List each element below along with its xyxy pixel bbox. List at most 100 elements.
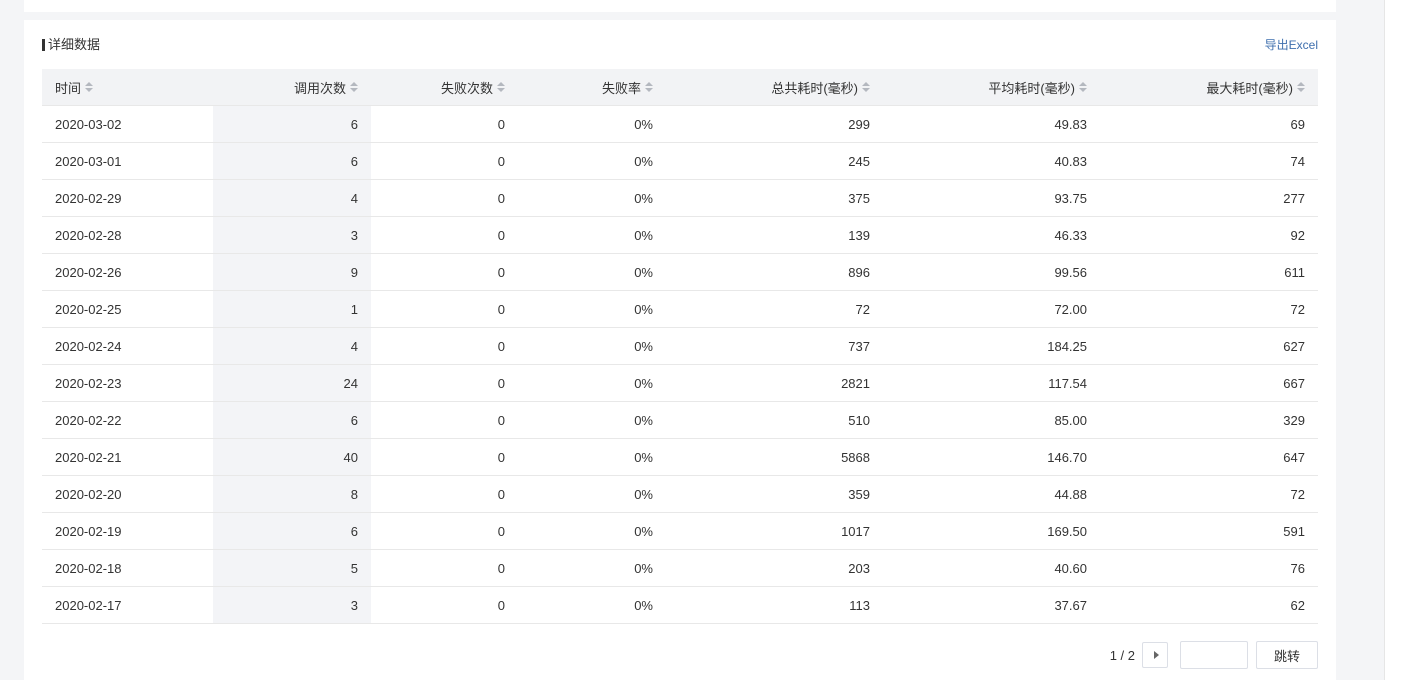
column-header-total-time[interactable]: 总共耗时(毫秒) <box>666 69 883 106</box>
cell-fail-count: 0 <box>371 549 518 587</box>
table-row: 2020-02-22 6 0 0% 510 85.00 329 <box>42 401 1318 439</box>
column-header-label: 最大耗时(毫秒) <box>1206 80 1293 96</box>
cell-total-time: 737 <box>666 327 883 365</box>
table-row: 2020-02-21 40 0 0% 5868 146.70 647 <box>42 438 1318 476</box>
column-header-label: 平均耗时(毫秒) <box>988 80 1075 96</box>
cell-total-time: 510 <box>666 401 883 439</box>
column-header-fail-count[interactable]: 失败次数 <box>371 69 518 106</box>
column-header-avg-time[interactable]: 平均耗时(毫秒) <box>883 69 1100 106</box>
column-header-inner: 最大耗时(毫秒) <box>1206 78 1305 97</box>
cell-call-count: 6 <box>213 142 371 180</box>
cell-max-time: 72 <box>1100 475 1318 513</box>
cell-total-time: 1017 <box>666 512 883 550</box>
cell-max-time: 591 <box>1100 512 1318 550</box>
table-row: 2020-02-18 5 0 0% 203 40.60 76 <box>42 549 1318 587</box>
cell-fail-rate: 0% <box>518 327 666 365</box>
cell-fail-rate: 0% <box>518 364 666 402</box>
cell-total-time: 359 <box>666 475 883 513</box>
cell-fail-count: 0 <box>371 216 518 254</box>
cell-avg-time: 46.33 <box>883 216 1100 254</box>
cell-total-time: 113 <box>666 586 883 624</box>
cell-avg-time: 93.75 <box>883 179 1100 217</box>
detail-data-panel: 详细数据 导出Excel 时间 调用次数 失败次数 失败率 总共耗时(毫秒) 平均耗时(毫… <box>24 20 1336 680</box>
cell-avg-time: 37.67 <box>883 586 1100 624</box>
cell-avg-time: 72.00 <box>883 290 1100 328</box>
jump-button[interactable]: 跳转 <box>1256 641 1318 669</box>
cell-max-time: 329 <box>1100 401 1318 439</box>
cell-time: 2020-02-29 <box>42 179 213 217</box>
top-card-edge <box>24 0 1336 12</box>
cell-total-time: 72 <box>666 290 883 328</box>
column-header-time[interactable]: 时间 <box>42 69 213 106</box>
cell-total-time: 375 <box>666 179 883 217</box>
sort-icon[interactable] <box>862 82 870 92</box>
cell-fail-rate: 0% <box>518 438 666 476</box>
table-row: 2020-02-28 3 0 0% 139 46.33 92 <box>42 216 1318 254</box>
cell-avg-time: 146.70 <box>883 438 1100 476</box>
cell-fail-rate: 0% <box>518 586 666 624</box>
cell-max-time: 647 <box>1100 438 1318 476</box>
cell-fail-count: 0 <box>371 401 518 439</box>
sort-icon[interactable] <box>1079 82 1087 92</box>
sort-icon[interactable] <box>350 82 358 92</box>
cell-call-count: 4 <box>213 327 371 365</box>
table-row: 2020-02-24 4 0 0% 737 184.25 627 <box>42 327 1318 365</box>
sort-ascending-icon <box>862 82 870 86</box>
column-header-call-count[interactable]: 调用次数 <box>213 69 371 106</box>
column-header-label: 调用次数 <box>293 80 346 96</box>
sort-descending-icon <box>645 88 653 92</box>
table-row: 2020-02-26 9 0 0% 896 99.56 611 <box>42 253 1318 291</box>
cell-fail-rate: 0% <box>518 401 666 439</box>
pagination: 1 / 2 跳转 <box>1110 641 1318 669</box>
sort-ascending-icon <box>497 82 505 86</box>
cell-avg-time: 99.56 <box>883 253 1100 291</box>
sort-descending-icon <box>350 88 358 92</box>
cell-avg-time: 117.54 <box>883 364 1100 402</box>
next-page-button[interactable] <box>1142 642 1168 668</box>
cell-time: 2020-02-28 <box>42 216 213 254</box>
sort-icon[interactable] <box>497 82 505 92</box>
column-header-max-time[interactable]: 最大耗时(毫秒) <box>1100 69 1318 106</box>
cell-total-time: 299 <box>666 105 883 143</box>
sort-ascending-icon <box>1079 82 1087 86</box>
cell-fail-rate: 0% <box>518 549 666 587</box>
cell-fail-rate: 0% <box>518 512 666 550</box>
page-jump-input[interactable] <box>1180 641 1248 669</box>
column-header-inner: 平均耗时(毫秒) <box>988 78 1087 97</box>
cell-time: 2020-02-21 <box>42 438 213 476</box>
column-header-inner: 总共耗时(毫秒) <box>771 78 870 97</box>
sort-icon[interactable] <box>645 82 653 92</box>
sort-descending-icon <box>1297 88 1305 92</box>
sort-ascending-icon <box>645 82 653 86</box>
cell-time: 2020-02-20 <box>42 475 213 513</box>
table-header: 时间 调用次数 失败次数 失败率 总共耗时(毫秒) 平均耗时(毫秒) 最大耗时(毫秒) <box>42 69 1318 106</box>
cell-time: 2020-02-17 <box>42 586 213 624</box>
export-excel-link[interactable]: 导出Excel <box>1265 36 1318 54</box>
column-header-fail-rate[interactable]: 失败率 <box>518 69 666 106</box>
sort-icon[interactable] <box>1297 82 1305 92</box>
cell-max-time: 72 <box>1100 290 1318 328</box>
table-header-row: 时间 调用次数 失败次数 失败率 总共耗时(毫秒) 平均耗时(毫秒) 最大耗时(毫秒) <box>42 69 1318 106</box>
cell-call-count: 6 <box>213 401 371 439</box>
cell-time: 2020-03-02 <box>42 105 213 143</box>
cell-max-time: 62 <box>1100 586 1318 624</box>
cell-call-count: 6 <box>213 105 371 143</box>
cell-fail-count: 0 <box>371 142 518 180</box>
column-header-label: 时间 <box>55 80 82 96</box>
page-info: 1 / 2 <box>1109 647 1135 663</box>
cell-call-count: 5 <box>213 549 371 587</box>
table-row: 2020-02-19 6 0 0% 1017 169.50 591 <box>42 512 1318 550</box>
cell-max-time: 627 <box>1100 327 1318 365</box>
sort-icon[interactable] <box>85 82 94 92</box>
right-scroll-rail <box>1384 0 1407 680</box>
cell-time: 2020-02-22 <box>42 401 213 439</box>
cell-time: 2020-02-23 <box>42 364 213 402</box>
column-header-label: 总共耗时(毫秒) <box>771 80 858 96</box>
cell-avg-time: 169.50 <box>883 512 1100 550</box>
cell-call-count: 40 <box>213 438 371 476</box>
cell-total-time: 5868 <box>666 438 883 476</box>
cell-call-count: 1 <box>213 290 371 328</box>
cell-fail-count: 0 <box>371 475 518 513</box>
cell-avg-time: 49.83 <box>883 105 1100 143</box>
sort-ascending-icon <box>1297 82 1305 86</box>
